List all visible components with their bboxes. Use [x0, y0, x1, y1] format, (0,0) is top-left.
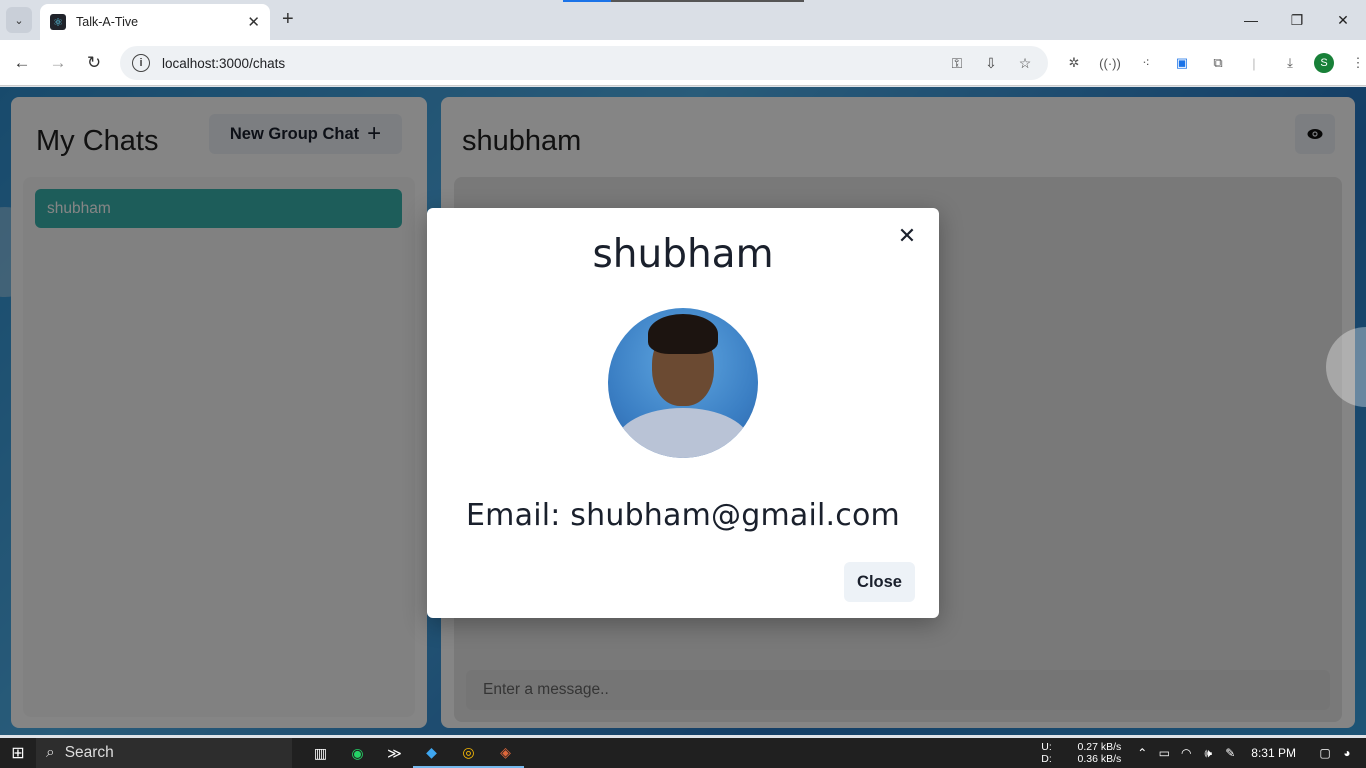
profile-email: Email: shubham@gmail.com: [466, 498, 900, 533]
download-value: 0.36 kB/s: [1077, 753, 1122, 765]
window-controls: — ❐ ✕: [1228, 0, 1366, 40]
loading-indicator: [563, 0, 804, 2]
search-icon: ⌕: [46, 744, 55, 761]
modal-close-button[interactable]: Close: [844, 562, 915, 602]
tab-search-button[interactable]: ⌄: [6, 7, 32, 33]
system-tray: U: 0.27 kB/s D: 0.36 kB/s ⌃ ▭ ◠ 🕪 ✎ 8:31…: [1041, 738, 1366, 768]
menu-kebab-icon[interactable]: ⋮: [1346, 51, 1366, 75]
vscode-icon[interactable]: ◆: [413, 738, 450, 768]
back-arrow-icon[interactable]: ←: [10, 51, 34, 75]
react-favicon-icon: ⚛: [50, 14, 66, 30]
minimize-button[interactable]: —: [1228, 0, 1274, 40]
profile-avatar[interactable]: S: [1314, 53, 1334, 73]
whatsapp-icon[interactable]: ◉: [339, 738, 376, 768]
network-speed: U: 0.27 kB/s D: 0.36 kB/s: [1041, 741, 1121, 765]
pen-icon[interactable]: ✎: [1219, 746, 1241, 760]
puzzle-extensions-icon[interactable]: ⧉: [1206, 51, 1230, 75]
wifi-icon[interactable]: ◠: [1175, 746, 1197, 760]
extensions-area: ✲ ((·)) ⁖ ▣ ⧉ | ⤓ S ⋮: [1062, 51, 1366, 75]
taskbar-search-box[interactable]: ⌕ Search: [36, 738, 292, 768]
install-app-icon[interactable]: ⇩: [982, 54, 1000, 72]
browser-toolbar: ← → ↻ i localhost:3000/chats ⚿ ⇩ ☆ ✲ ((·…: [0, 40, 1366, 86]
copilot-icon[interactable]: ◕: [1336, 746, 1358, 760]
app-icon[interactable]: ◈: [487, 738, 524, 768]
browser-tab[interactable]: ⚛ Talk-A-Tive ✕: [40, 4, 270, 40]
restore-button[interactable]: ❐: [1274, 0, 1320, 40]
modal-title: shubham: [592, 232, 774, 277]
upload-label: U:: [1041, 741, 1052, 753]
tab-close-icon[interactable]: ✕: [247, 13, 260, 31]
reload-icon[interactable]: ↻: [82, 51, 106, 75]
wireless-extension-icon[interactable]: ((·)): [1098, 51, 1122, 75]
browser-tab-bar: ⌄ ⚛ Talk-A-Tive ✕ + — ❐ ✕: [0, 0, 1366, 40]
screen-extension-icon[interactable]: ▣: [1170, 51, 1194, 75]
taskbar-search-label: Search: [64, 744, 114, 761]
notification-icon[interactable]: ▢: [1314, 746, 1336, 760]
bookmark-star-icon[interactable]: ☆: [1016, 54, 1034, 72]
windows-taskbar: ⊞ ⌕ Search ▥ ◉ ≫ ◆ ◎ ◈ U: 0.27 kB/s D: 0…: [0, 738, 1366, 768]
download-label: D:: [1041, 753, 1052, 765]
bug-extension-icon[interactable]: ✲: [1062, 51, 1086, 75]
new-tab-button[interactable]: +: [282, 8, 294, 30]
address-bar[interactable]: i localhost:3000/chats ⚿ ⇩ ☆: [120, 46, 1048, 80]
terminal-icon[interactable]: ≫: [376, 738, 413, 768]
profile-avatar-image: [608, 308, 758, 458]
site-info-icon[interactable]: i: [132, 54, 150, 72]
volume-icon[interactable]: 🕪: [1197, 746, 1219, 761]
windows-start-icon[interactable]: ⊞: [0, 738, 36, 768]
upload-value: 0.27 kB/s: [1077, 741, 1122, 753]
url-text[interactable]: localhost:3000/chats: [162, 56, 948, 71]
tab-title: Talk-A-Tive: [76, 15, 139, 29]
profile-modal: shubham ✕ Email: shubham@gmail.com Close: [427, 208, 939, 618]
close-window-button[interactable]: ✕: [1320, 0, 1366, 40]
taskbar-clock[interactable]: 8:31 PM: [1251, 746, 1296, 760]
modal-close-icon[interactable]: ✕: [891, 220, 923, 252]
dots-extension-icon[interactable]: ⁖: [1134, 51, 1158, 75]
password-key-icon[interactable]: ⚿: [948, 54, 966, 72]
divider-icon: |: [1252, 55, 1256, 71]
chrome-icon[interactable]: ◎: [450, 738, 487, 768]
downloads-icon[interactable]: ⤓: [1278, 51, 1302, 75]
chevron-up-icon[interactable]: ⌃: [1131, 746, 1153, 760]
forward-arrow-icon[interactable]: →: [46, 51, 70, 75]
battery-icon[interactable]: ▭: [1153, 746, 1175, 760]
task-view-icon[interactable]: ▥: [302, 738, 339, 768]
taskbar-apps: ▥ ◉ ≫ ◆ ◎ ◈: [302, 738, 524, 768]
